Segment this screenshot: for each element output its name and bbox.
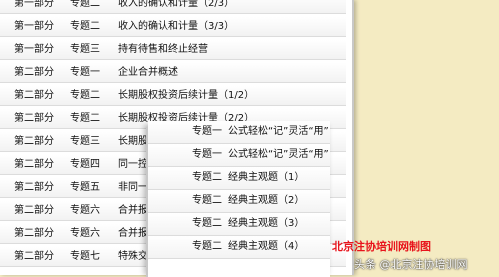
lesson-topic: 专题二 <box>70 113 100 124</box>
watermark-text: 头条 @北京注协培训网 <box>354 258 468 271</box>
lesson-part: 第二部分 <box>14 90 54 101</box>
lesson-row[interactable]: 第一部分 专题二 收入的确认和计量（3/3） <box>0 17 346 37</box>
lesson-text: 企业合并概述 <box>118 67 178 78</box>
lesson-part: 第一部分 <box>14 21 54 32</box>
lesson-topic: 专题七 <box>70 251 100 262</box>
lesson-topic: 专题六 <box>70 228 100 239</box>
lesson-text: 收入的确认和计量（3/3） <box>118 21 235 32</box>
lesson-topic: 专题二 <box>70 90 100 101</box>
lesson-part: 第二部分 <box>14 228 54 239</box>
lesson-part: 第二部分 <box>14 182 54 193</box>
lesson-row[interactable]: 专题一公式轻松“记”灵活“用”（7/8） <box>148 121 330 144</box>
lesson-topic: 专题二 <box>192 218 222 229</box>
lesson-text: 经典主观题（4） <box>228 241 305 252</box>
lesson-topic: 专题二 <box>70 0 100 9</box>
lesson-topic: 专题三 <box>70 136 100 147</box>
lesson-row[interactable]: 专题一公式轻松“记”灵活“用”（8/8） <box>148 144 330 167</box>
lesson-topic: 专题一 <box>192 126 222 137</box>
lesson-part: 第二部分 <box>14 205 54 216</box>
lesson-row[interactable]: 专题二 经典主观题（1） <box>148 167 330 190</box>
lesson-topic: 专题四 <box>70 159 100 170</box>
lesson-topic: 专题二 <box>192 195 222 206</box>
lesson-row[interactable]: 第二部分 专题二 长期股权投资后续计量（1/2） <box>0 86 346 106</box>
lesson-part: 第二部分 <box>14 67 54 78</box>
lesson-text: 经典主观题（3） <box>228 218 305 229</box>
lesson-row[interactable]: 第一部分 专题二 收入的确认和计量（2/3） <box>0 0 346 14</box>
lesson-row[interactable]: 专题二 经典主观题（3） <box>148 213 330 236</box>
lesson-part: 第二部分 <box>14 251 54 262</box>
lesson-topic: 专题二 <box>70 21 100 32</box>
lesson-text: 公式轻松“记”灵活“用”（8/8） <box>228 149 330 160</box>
lesson-row[interactable]: 第一部分 专题三 持有待售和终止经营 <box>0 40 346 60</box>
lesson-topic: 专题二 <box>192 241 222 252</box>
lesson-text: 长期股权投资后续计量（1/2） <box>118 90 255 101</box>
lesson-part: 第一部分 <box>14 0 54 9</box>
lesson-topic: 专题五 <box>70 182 100 193</box>
foreground-lesson-list: 专题一公式轻松“记”灵活“用”（7/8）专题一公式轻松“记”灵活“用”（8/8）… <box>146 121 330 277</box>
lesson-topic: 专题三 <box>70 44 100 55</box>
lesson-text: 经典主观题（1） <box>228 172 305 183</box>
lesson-topic: 专题一 <box>70 67 100 78</box>
lesson-text: 经典主观题（2） <box>228 195 305 206</box>
lesson-row[interactable]: 专题二 经典主观题（4） <box>148 236 330 259</box>
lesson-row[interactable]: 第二部分 专题一 企业合并概述 <box>0 63 346 83</box>
lesson-part: 第二部分 <box>14 136 54 147</box>
lesson-row[interactable]: 专题二 经典主观题（2） <box>148 190 330 213</box>
lesson-topic: 专题一 <box>192 149 222 160</box>
lesson-text: 持有待售和终止经营 <box>118 44 208 55</box>
lesson-text: 公式轻松“记”灵活“用”（7/8） <box>228 126 330 137</box>
lesson-topic: 专题二 <box>192 172 222 183</box>
lesson-topic: 专题六 <box>70 205 100 216</box>
image-caption: 北京注协培训网制图 <box>332 240 431 253</box>
lesson-part: 第一部分 <box>14 44 54 55</box>
lesson-text: 收入的确认和计量（2/3） <box>118 0 235 9</box>
lesson-part: 第二部分 <box>14 159 54 170</box>
lesson-part: 第二部分 <box>14 113 54 124</box>
